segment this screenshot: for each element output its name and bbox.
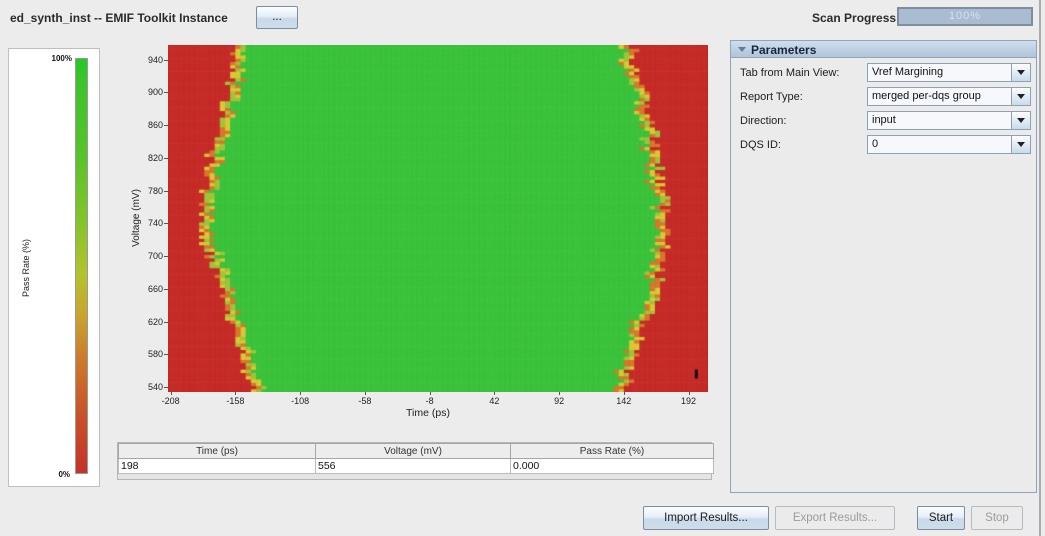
dropdown-selected-value: merged per-dqs group: [872, 90, 981, 102]
dropdown-selected-value: Vref Margining: [872, 66, 944, 78]
parameters-panel: Parameters Tab from Main View: Vref Marg…: [730, 40, 1037, 493]
readout-value-passrate: 0.000: [510, 458, 714, 474]
param-label: Report Type:: [740, 91, 803, 103]
x-tick-mark: [688, 392, 690, 395]
param-row-tab-from-main-view: Tab from Main View: Vref Margining: [731, 62, 1036, 86]
y-tick-label: 780: [147, 185, 163, 196]
readout-header-passrate: Pass Rate (%): [510, 443, 714, 459]
colorbar-min-label: 0%: [58, 470, 70, 479]
y-tick-label: 620: [147, 316, 163, 327]
param-row-report-type: Report Type: merged per-dqs group: [731, 86, 1036, 110]
x-tick-label: -108: [291, 396, 310, 406]
chevron-down-icon: [1017, 118, 1025, 123]
x-tick-label: -158: [226, 396, 245, 406]
tab-from-main-view-dropdown[interactable]: Vref Margining: [867, 63, 1031, 82]
window-right-edge: [1039, 0, 1041, 536]
x-tick-label: 192: [681, 396, 697, 406]
scan-progress-label: Scan Progress: [812, 11, 897, 25]
x-tick-label: 42: [489, 396, 500, 406]
dropdown-selected-value: 0: [872, 138, 879, 150]
dqs-id-dropdown[interactable]: 0: [867, 135, 1031, 154]
x-tick-label: 142: [616, 396, 632, 406]
y-tick-mark: [164, 256, 168, 258]
direction-dropdown[interactable]: input: [867, 111, 1031, 130]
colorbar-axis-label: Pass Rate (%): [21, 238, 31, 297]
parameters-title: Parameters: [751, 43, 817, 57]
y-tick-label: 900: [147, 87, 163, 98]
y-tick-mark: [164, 59, 168, 61]
y-tick-label: 860: [147, 120, 163, 131]
dropdown-arrow-button[interactable]: [1011, 64, 1030, 81]
x-tick-mark: [300, 392, 302, 395]
y-tick-mark: [164, 354, 168, 356]
y-tick-mark: [164, 190, 168, 192]
y-tick-mark: [164, 125, 168, 127]
y-tick-label: 660: [147, 283, 163, 294]
dropdown-arrow-button[interactable]: [1011, 136, 1030, 153]
param-label: Direction:: [740, 115, 787, 127]
stop-button: Stop: [971, 506, 1023, 530]
x-tick-mark: [494, 392, 496, 395]
window-title: ed_synth_inst -- EMIF Toolkit Instance: [10, 11, 228, 25]
y-tick-label: 700: [147, 251, 163, 262]
x-tick-mark: [623, 392, 625, 395]
x-tick-mark: [364, 392, 366, 395]
y-tick-label: 940: [147, 54, 163, 65]
export-results-button: Export Results...: [775, 506, 895, 530]
readout-header-row: Time (ps) Voltage (mV) Pass Rate (%): [118, 443, 714, 459]
y-tick-mark: [164, 288, 168, 290]
param-row-dqs-id: DQS ID: 0: [731, 134, 1036, 158]
y-tick-mark: [164, 157, 168, 159]
scan-progress-value: 100%: [948, 10, 982, 22]
chevron-down-icon: [1017, 70, 1025, 75]
pass-rate-colorbar-panel: 100% 0% Pass Rate (%): [8, 48, 100, 487]
readout-header-voltage: Voltage (mV): [315, 443, 511, 459]
x-tick-label: 92: [554, 396, 565, 406]
more-options-button[interactable]: ...: [256, 6, 298, 29]
start-button[interactable]: Start: [917, 506, 965, 530]
x-tick-mark: [429, 392, 431, 395]
readout-value-voltage: 556: [315, 458, 511, 474]
import-results-button[interactable]: Import Results...: [643, 506, 769, 530]
y-tick-label: 820: [147, 152, 163, 163]
param-label: Tab from Main View:: [740, 67, 840, 79]
readout-filler: [118, 474, 711, 479]
colorbar-gradient: [75, 58, 88, 474]
y-tick-mark: [164, 92, 168, 94]
collapse-triangle-icon: [738, 47, 746, 52]
x-tick-mark: [235, 392, 237, 395]
readout-header-time: Time (ps): [118, 443, 316, 459]
dropdown-arrow-button[interactable]: [1011, 88, 1030, 105]
y-tick-mark: [164, 387, 168, 389]
report-type-dropdown[interactable]: merged per-dqs group: [867, 87, 1031, 106]
y-tick-mark: [164, 223, 168, 225]
x-axis-title: Time (ps): [406, 407, 450, 419]
y-tick-label: 580: [147, 349, 163, 360]
chevron-down-icon: [1017, 94, 1025, 99]
x-tick-label: -208: [161, 396, 180, 406]
chevron-down-icon: [1017, 142, 1025, 147]
dropdown-arrow-button[interactable]: [1011, 112, 1030, 129]
parameters-section-header[interactable]: Parameters: [731, 41, 1036, 58]
x-tick-label: -8: [425, 396, 434, 406]
x-tick-mark: [559, 392, 561, 395]
x-tick-label: -58: [358, 396, 372, 406]
readout-value-row: 198 556 0.000: [118, 458, 714, 474]
y-tick-mark: [164, 321, 168, 323]
readout-table: Time (ps) Voltage (mV) Pass Rate (%) 198…: [117, 442, 714, 480]
x-tick-mark: [170, 392, 172, 395]
vref-margin-heatmap[interactable]: [168, 45, 708, 392]
readout-value-time: 198: [118, 458, 316, 474]
dropdown-selected-value: input: [872, 114, 896, 126]
y-tick-label: 540: [147, 382, 163, 393]
scan-progress-bar: 100%: [897, 7, 1033, 26]
param-label: DQS ID:: [740, 139, 781, 151]
colorbar-max-label: 100%: [51, 54, 72, 63]
param-row-direction: Direction: input: [731, 110, 1036, 134]
y-tick-label: 740: [147, 218, 163, 229]
